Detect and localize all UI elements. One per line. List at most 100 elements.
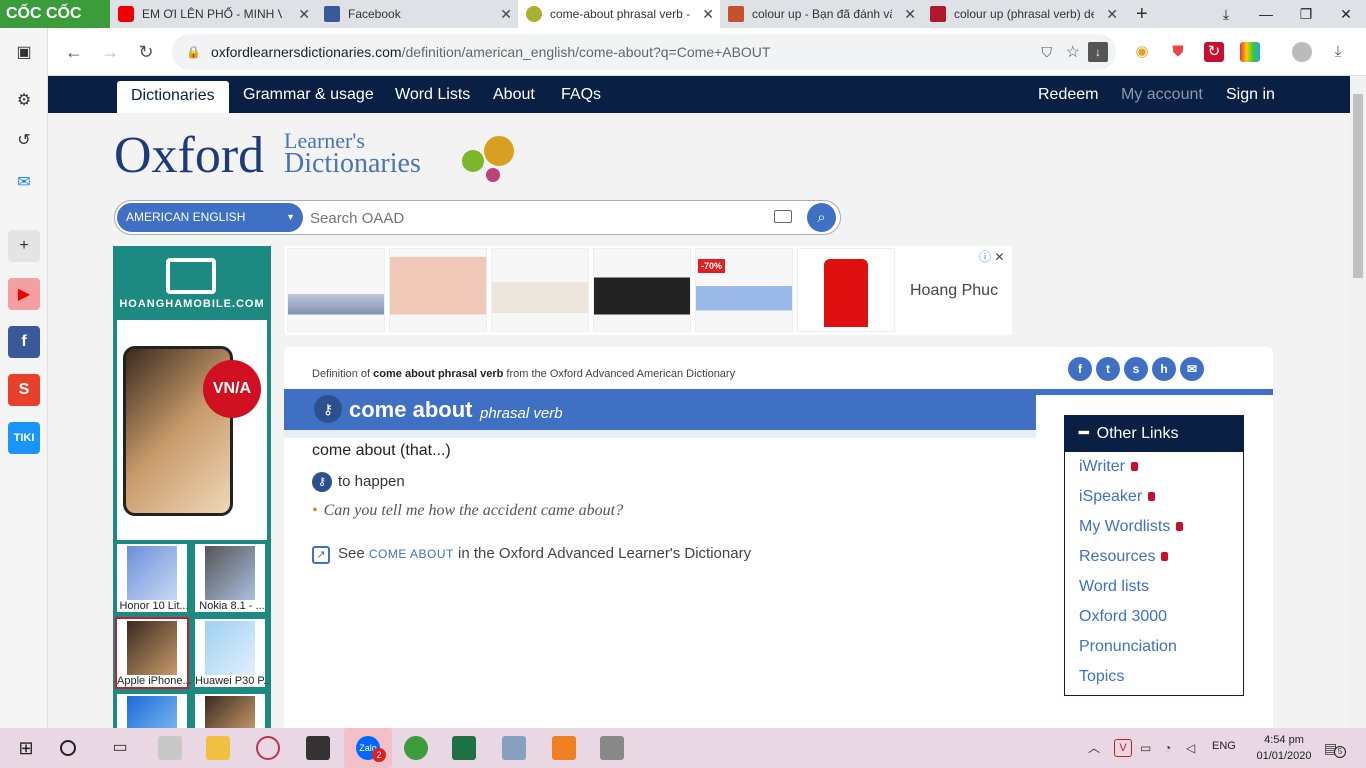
youtube-icon[interactable]: ▶ <box>8 278 40 310</box>
reload-icon[interactable]: ↻ <box>134 40 158 64</box>
cortana-icon[interactable] <box>60 740 76 756</box>
sidebar-toggle-icon[interactable]: ▣ <box>8 36 40 68</box>
downloads-icon[interactable]: ⤓ <box>1328 42 1348 62</box>
tab-cambridge[interactable]: colour up - Bạn đã đánh vã ✕ <box>720 0 922 28</box>
close-icon[interactable]: ✕ <box>1106 6 1118 23</box>
history-icon[interactable]: ↺ <box>8 124 40 156</box>
link-word-lists[interactable]: Word lists <box>1079 578 1149 596</box>
add-icon[interactable]: + <box>8 230 40 262</box>
product-tile[interactable] <box>115 692 189 728</box>
minimize-icon[interactable]: — <box>1246 0 1286 28</box>
nav-about[interactable]: About <box>493 76 535 113</box>
side-advertisement[interactable]: HOANGHAMOBILE.COM VN/A Honor 10 Lit... N… <box>113 246 271 728</box>
hatena-share-icon[interactable]: h <box>1152 357 1176 381</box>
language-select[interactable]: AMERICAN ENGLISH ▼ <box>117 203 303 232</box>
app-icon[interactable] <box>502 736 526 760</box>
email-share-icon[interactable]: ✉ <box>1180 357 1204 381</box>
search-input[interactable] <box>310 207 765 229</box>
battery-icon[interactable]: ▭ <box>1140 736 1158 760</box>
download-icon[interactable]: ↓ <box>1088 42 1108 62</box>
app-icon[interactable] <box>256 736 280 760</box>
search-button[interactable]: ⌕ <box>807 203 836 232</box>
shield-extension-icon[interactable]: ⛊ <box>1168 42 1188 62</box>
twitter-share-icon[interactable]: t <box>1096 357 1120 381</box>
file-explorer-icon[interactable] <box>206 736 230 760</box>
facebook-share-icon[interactable]: f <box>1068 357 1092 381</box>
link-iwriter[interactable]: iWriter <box>1079 458 1138 476</box>
messenger-icon[interactable]: ✉ <box>8 166 40 198</box>
task-view-icon[interactable]: ▭ <box>108 736 132 760</box>
coccoc-taskbar-icon[interactable] <box>404 736 428 760</box>
shield-icon[interactable]: ⛉ <box>1042 44 1053 61</box>
excel-icon[interactable] <box>452 736 476 760</box>
close-icon[interactable]: ✕ <box>904 6 916 23</box>
restore-icon[interactable]: ❐ <box>1286 0 1326 28</box>
product-tile[interactable]: Nokia 8.1 - ... <box>193 542 267 614</box>
back-icon[interactable]: ← <box>62 40 86 64</box>
nav-redeem[interactable]: Redeem <box>1038 76 1098 113</box>
input-language[interactable]: ENG <box>1212 740 1236 752</box>
avatar[interactable] <box>1292 42 1312 62</box>
top-advertisement[interactable]: -70% Hoang Phuc ⓘ ✕ <box>285 246 1012 335</box>
shoe-image[interactable] <box>389 248 487 332</box>
scrollbar-thumb[interactable] <box>1353 94 1363 278</box>
facebook-icon[interactable]: f <box>8 326 40 358</box>
tab-come-about[interactable]: come-about phrasal verb - ✕ <box>518 0 720 28</box>
link-pronunciation[interactable]: Pronunciation <box>1079 638 1177 656</box>
tab-search-icon[interactable]: ⤓ <box>1206 0 1246 28</box>
tab-facebook[interactable]: Facebook ✕ <box>316 0 518 28</box>
shoe-image[interactable] <box>491 248 589 332</box>
color-extension-icon[interactable] <box>1240 42 1260 62</box>
product-tile[interactable] <box>193 692 267 728</box>
tab-youtube[interactable]: EM ƠI LÊN PHỐ - MINH VU ✕ <box>110 0 316 28</box>
nav-sign-in[interactable]: Sign in <box>1226 76 1275 113</box>
volume-icon[interactable]: ◁ <box>1186 736 1204 760</box>
unikey-icon[interactable]: V <box>1114 739 1132 757</box>
nav-dictionaries[interactable]: Dictionaries <box>117 81 229 113</box>
link-resources[interactable]: Resources <box>1079 548 1169 566</box>
shoe-image[interactable]: -70% <box>695 248 793 332</box>
product-tile[interactable]: Honor 10 Lit... <box>115 542 189 614</box>
shopee-icon[interactable]: S <box>8 374 40 406</box>
link-ispeaker[interactable]: iSpeaker <box>1079 488 1156 506</box>
nav-my-account[interactable]: My account <box>1121 76 1203 113</box>
nav-grammar[interactable]: Grammar & usage <box>243 76 374 113</box>
shoe-image[interactable] <box>287 248 385 332</box>
forward-icon[interactable]: → <box>98 40 122 64</box>
wifi-icon[interactable]: ◔ <box>1164 736 1182 760</box>
tab-merriam[interactable]: colour up (phrasal verb) def ✕ <box>922 0 1124 28</box>
page-scrollbar[interactable] <box>1350 76 1366 728</box>
other-links-header[interactable]: ━ Other Links <box>1065 416 1243 452</box>
app-icon[interactable] <box>306 736 330 760</box>
chevron-up-icon[interactable]: ︿ <box>1088 736 1104 760</box>
address-bar[interactable]: 🔒 oxfordlearnersdictionaries.com/definit… <box>172 34 1116 70</box>
app-icon[interactable] <box>600 736 624 760</box>
stumbleupon-share-icon[interactable]: s <box>1124 357 1148 381</box>
link-topics[interactable]: Topics <box>1079 668 1124 686</box>
action-center-icon[interactable]: ▤ 5 <box>1324 736 1346 760</box>
nav-faqs[interactable]: FAQs <box>561 76 601 113</box>
new-tab-button[interactable]: + <box>1128 0 1158 28</box>
windows-start-icon[interactable]: ⊞ <box>14 736 38 760</box>
close-icon[interactable]: ✕ <box>994 250 1004 264</box>
product-tile[interactable]: Apple iPhone... <box>115 617 191 689</box>
see-also-link[interactable]: COME ABOUT <box>369 547 454 561</box>
featured-phone-image[interactable]: VN/A <box>117 320 267 540</box>
product-tile[interactable]: Huawei P30 P... <box>193 617 269 689</box>
close-icon[interactable]: ✕ <box>702 6 714 23</box>
adchoices-icon[interactable]: ⓘ ✕ <box>979 248 1004 265</box>
shirt-image[interactable] <box>797 248 895 332</box>
close-icon[interactable]: ✕ <box>298 6 310 23</box>
zalo-app[interactable]: Zalo 2 <box>344 728 392 768</box>
app-icon[interactable] <box>158 736 182 760</box>
star-icon[interactable]: ☆ <box>1066 42 1080 62</box>
keyboard-icon[interactable] <box>774 210 792 223</box>
clock[interactable]: 4:54 pm 01/01/2020 <box>1254 732 1314 764</box>
tiki-icon[interactable]: TIKI <box>8 422 40 454</box>
close-icon[interactable]: ✕ <box>500 6 512 23</box>
link-oxford-3000[interactable]: Oxford 3000 <box>1079 608 1167 626</box>
shoe-image[interactable] <box>593 248 691 332</box>
site-logo[interactable]: Oxford Learner's Dictionaries <box>114 128 554 198</box>
coccoc-extension-icon[interactable]: ◉ <box>1132 42 1152 62</box>
close-window-icon[interactable]: ✕ <box>1326 0 1366 28</box>
